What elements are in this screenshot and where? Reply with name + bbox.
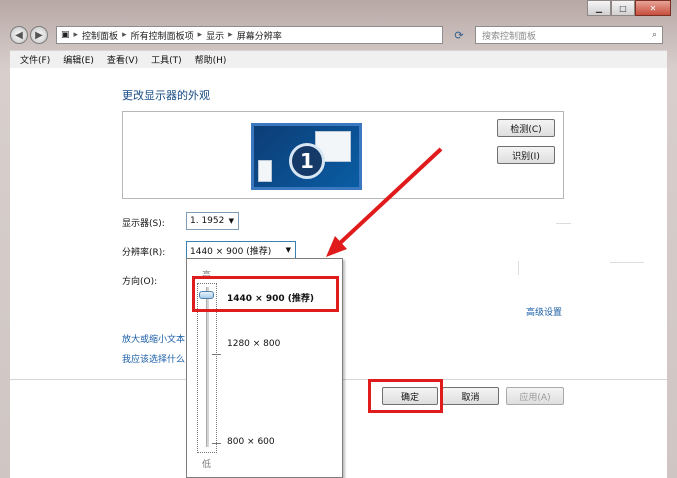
resolution-label: 分辨率(R): [122,248,166,258]
menu-bar: 文件(F) 编辑(E) 查看(V) 工具(T) 帮助(H) [10,50,667,68]
chevron-right-icon: ▸ [73,30,79,40]
maximize-button[interactable]: □ [611,0,635,16]
slider-low-label: 低 [202,460,212,470]
divider [518,261,519,275]
resolution-option-800x600[interactable]: 800 × 600 [227,437,275,447]
resolution-dropdown[interactable]: 高 1440 × 900 (推荐) 1280 × 800 800 × 600 低 [186,258,343,478]
chevron-right-icon: ▸ [197,30,203,40]
window-controls: ▁ □ ✕ [587,0,671,16]
divider [610,262,644,263]
detect-button[interactable]: 检测(C) [497,119,555,137]
chevron-down-icon: ▼ [285,246,291,254]
breadcrumb-item-screen-resolution[interactable]: 屏幕分辨率 [237,29,282,42]
chevron-right-icon: ▸ [122,30,127,40]
minimize-icon: ▁ [595,3,603,13]
window-thumbnail [258,160,272,182]
monitor-thumbnail[interactable]: 1 [251,123,362,190]
monitor-preview: 1 检测(C) 识别(I) [122,111,564,199]
chevron-right-icon: ▸ [228,30,233,40]
refresh-button[interactable]: ⟳ [443,26,475,44]
search-placeholder: 搜索控制面板 [482,31,537,42]
menu-edit[interactable]: 编辑(E) [63,53,94,66]
breadcrumb[interactable]: ▣ ▸ 控制面板 ▸ 所有控制面板项 ▸ 显示 ▸ 屏幕分辨率 [56,26,443,44]
forward-button[interactable]: ▶ [30,26,48,44]
resolution-option-1440x900[interactable]: 1440 × 900 (推荐) [227,291,314,304]
search-input[interactable]: 搜索控制面板 ⌕ [475,26,663,44]
screen-resolution-window: ▁ □ ✕ ◀ ▶ ▣ ▸ 控制面板 ▸ 所有控制面板项 ▸ 显示 ▸ 屏幕分辨… [0,0,677,478]
back-button[interactable]: ◀ [10,26,28,44]
search-icon: ⌕ [651,30,657,40]
ok-button[interactable]: 确定 [382,387,438,405]
resolution-select[interactable]: 1440 × 900 (推荐) ▼ [186,241,296,259]
identify-button[interactable]: 识别(I) [497,146,555,164]
close-button[interactable]: ✕ [635,0,671,16]
apply-button[interactable]: 应用(A) [506,387,564,405]
slider-rail [206,287,209,447]
slider-high-label: 高 [202,271,212,281]
maximize-icon: □ [619,3,627,13]
display-select[interactable]: 1. 1952 ▼ [186,212,239,230]
divider [556,223,571,224]
advanced-settings-link[interactable]: 高级设置 [526,305,562,318]
address-bar: ◀ ▶ ▣ ▸ 控制面板 ▸ 所有控制面板项 ▸ 显示 ▸ 屏幕分辨率 ⟳ 搜索… [10,26,667,44]
menu-help[interactable]: 帮助(H) [195,53,227,66]
chevron-down-icon: ▼ [228,217,234,225]
refresh-icon: ⟳ [454,28,464,42]
breadcrumb-item-all-items[interactable]: 所有控制面板项 [131,29,194,42]
close-icon: ✕ [649,3,657,13]
resolution-value: 1440 × 900 (推荐) [190,246,272,257]
resolution-slider[interactable] [197,283,221,453]
resolution-option-1280x800[interactable]: 1280 × 800 [227,339,280,349]
slider-tick [212,354,221,355]
breadcrumb-item-display[interactable]: 显示 [206,29,224,42]
what-settings-link[interactable]: 我应该选择什么 [122,352,185,365]
control-panel-icon: ▣ [61,30,70,40]
display-label: 显示器(S): [122,219,165,229]
menu-view[interactable]: 查看(V) [107,53,138,66]
forward-arrow-icon: ▶ [35,29,43,41]
orientation-label: 方向(O): [122,277,158,287]
text-size-link[interactable]: 放大或缩小文本 [122,332,185,345]
cancel-button[interactable]: 取消 [442,387,499,405]
menu-tools[interactable]: 工具(T) [151,53,182,66]
page-title: 更改显示器的外观 [122,89,210,102]
menu-file[interactable]: 文件(F) [20,53,50,66]
display-value: 1. 1952 [190,216,225,226]
slider-tick [212,443,221,444]
slider-thumb[interactable] [199,291,214,299]
back-arrow-icon: ◀ [15,29,23,41]
breadcrumb-item-control-panel[interactable]: 控制面板 [82,29,118,42]
monitor-number: 1 [289,143,325,179]
minimize-button[interactable]: ▁ [587,0,611,16]
